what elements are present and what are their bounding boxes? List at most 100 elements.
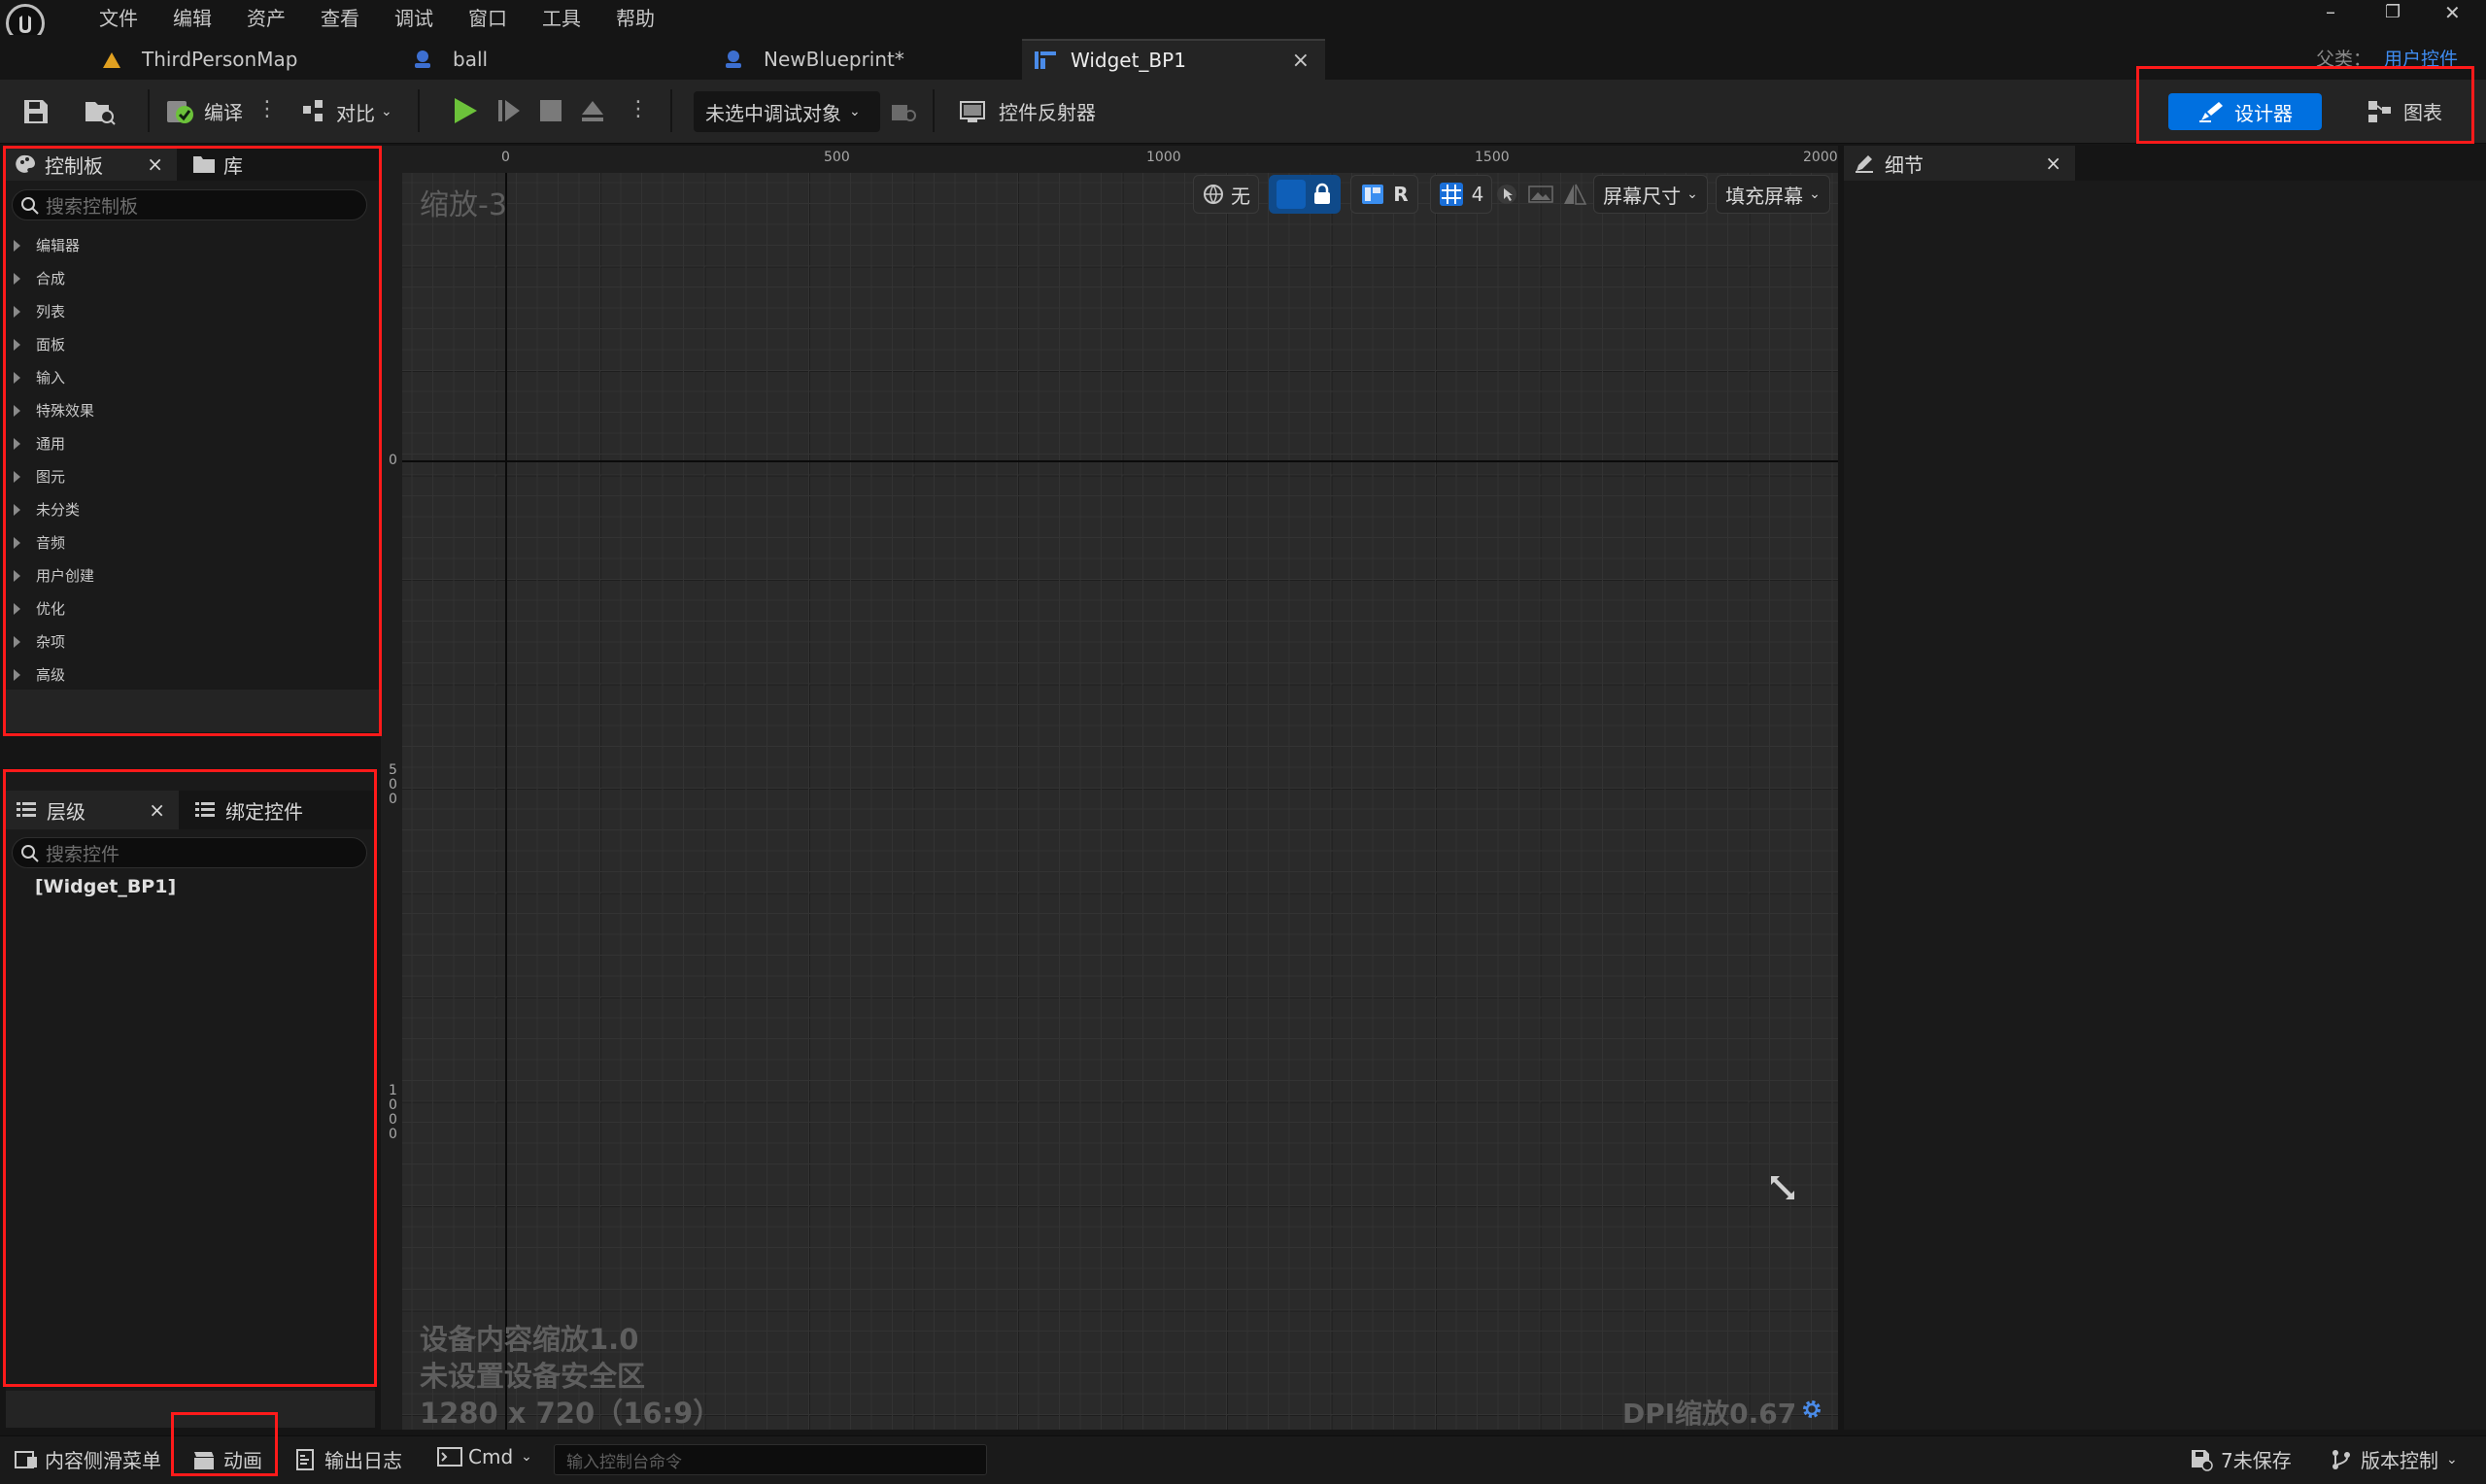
cmd-dropdown[interactable]: Cmd ⌄	[437, 1445, 532, 1468]
menu-window[interactable]: 窗口	[468, 3, 507, 31]
category-user-created[interactable]: 用户创建	[14, 565, 94, 586]
resize-handle[interactable]	[1768, 1173, 1797, 1202]
hierarchy-panel	[6, 771, 375, 1428]
unsaved-icon	[2192, 1449, 2213, 1471]
animation-drawer-button[interactable]: 动画	[192, 1445, 262, 1473]
diff-label: 对比	[336, 101, 375, 125]
menu-edit[interactable]: 编辑	[173, 3, 212, 31]
selection-button[interactable]	[1494, 175, 1519, 214]
tab-newblueprint[interactable]: NewBlueprint*	[723, 39, 1014, 80]
stop-button[interactable]	[538, 98, 563, 123]
save-button[interactable]	[21, 97, 51, 126]
fill-screen-dropdown[interactable]: 填充屏幕 ⌄	[1716, 175, 1830, 214]
menu-view[interactable]: 查看	[321, 3, 359, 31]
category-uncategorized[interactable]: 未分类	[14, 499, 80, 520]
menu-help[interactable]: 帮助	[616, 3, 655, 31]
chevron-down-icon: ⌄	[849, 104, 861, 119]
lock-icon	[1314, 183, 1330, 204]
close-tab-button[interactable]: ×	[2045, 152, 2061, 175]
step-button[interactable]	[495, 97, 523, 124]
category-label: 优化	[36, 600, 66, 618]
folder-icon	[193, 156, 215, 173]
tab-label: 细节	[1885, 152, 1924, 177]
unsaved-label: 7未保存	[2221, 1449, 2292, 1472]
console-command-input[interactable]: 输入控制台命令	[554, 1444, 987, 1475]
category-label: 图元	[36, 468, 66, 486]
category-optimization[interactable]: 优化	[14, 598, 65, 619]
tab-palette[interactable]: 控制板 ×	[6, 148, 177, 181]
play-options-button[interactable]: ⋮	[628, 97, 649, 121]
tab-thirdpersonmap[interactable]: ThirdPersonMap	[101, 39, 392, 80]
ruler-label: 500	[389, 762, 397, 807]
source-control-button[interactable]: 版本控制 ⌄	[2330, 1445, 2458, 1473]
canvas-origin-axis-y	[505, 173, 507, 1430]
menu-file[interactable]: 文件	[99, 3, 138, 31]
play-button[interactable]	[451, 95, 480, 126]
output-log-button[interactable]: 输出日志	[295, 1445, 402, 1473]
close-tab-button[interactable]: ×	[149, 798, 165, 822]
category-editor[interactable]: 编辑器	[14, 235, 80, 255]
content-drawer-button[interactable]: 内容侧滑菜单	[14, 1445, 161, 1473]
dpi-settings-button[interactable]	[1799, 1397, 1824, 1422]
compile-options-button[interactable]: ⋮	[256, 97, 278, 121]
locale-toggle-button[interactable]: 无	[1193, 175, 1259, 214]
tab-details[interactable]: 细节 ×	[1844, 146, 2075, 181]
category-audio[interactable]: 音频	[14, 532, 65, 553]
flip-button[interactable]	[1560, 175, 1589, 214]
expand-arrow-icon	[14, 371, 20, 384]
menu-debug[interactable]: 调试	[394, 3, 433, 31]
tab-library[interactable]: 库	[192, 148, 243, 181]
widget-reflector-button[interactable]: 控件反射器	[958, 97, 1096, 125]
tab-hierarchy[interactable]: 层级 ×	[6, 791, 179, 829]
category-list[interactable]: 列表	[14, 301, 65, 321]
category-advanced[interactable]: 高级	[14, 664, 65, 685]
horizontal-ruler	[381, 146, 1838, 173]
debug-target-dropdown[interactable]: 未选中调试对象 ⌄	[694, 91, 880, 132]
designer-canvas[interactable]	[402, 173, 1838, 1430]
compile-button[interactable]: 编译	[165, 95, 243, 126]
category-misc[interactable]: 杂项	[14, 631, 65, 652]
debug-select-button[interactable]	[890, 99, 917, 124]
menu-asset[interactable]: 资产	[247, 3, 286, 31]
grid-snap-button[interactable]: 4	[1430, 175, 1492, 214]
browse-button[interactable]	[84, 97, 117, 126]
category-primitive[interactable]: 图元	[14, 466, 65, 487]
category-label: 未分类	[36, 501, 81, 519]
tab-bind-widgets[interactable]: 绑定控件	[194, 791, 303, 829]
menu-tools[interactable]: 工具	[542, 3, 581, 31]
globe-icon	[1204, 185, 1223, 205]
hierarchy-search-input[interactable]: 搜索控件	[12, 837, 367, 868]
category-panel[interactable]: 面板	[14, 334, 65, 354]
lock-toggle-button[interactable]	[1269, 175, 1341, 214]
respect-locks-button[interactable]: R	[1350, 175, 1418, 214]
tab-label: 库	[223, 153, 243, 178]
close-tab-button[interactable]: ×	[1292, 49, 1310, 73]
unreal-editor-window: 文件 编辑 资产 查看 调试 窗口 工具 帮助 – ❐ ✕ ThirdPerso…	[0, 0, 2486, 1484]
graph-mode-button[interactable]: 图表	[2367, 97, 2442, 125]
grid-toggle-swatch	[1277, 180, 1306, 209]
designer-mode-button[interactable]: 设计器	[2168, 93, 2322, 130]
unsaved-assets-button[interactable]: 7未保存	[2190, 1445, 2292, 1473]
zoom-level-label: 缩放-3	[420, 188, 507, 222]
palette-search-input[interactable]: 搜索控制板	[12, 189, 367, 220]
category-input[interactable]: 输入	[14, 367, 65, 388]
minimize-button[interactable]: –	[2326, 0, 2335, 23]
preview-button[interactable]	[1527, 175, 1554, 214]
tab-widget-bp1[interactable]: Widget_BP1 ×	[1022, 39, 1325, 80]
tab-ball[interactable]: ball	[412, 39, 703, 80]
widget-reflector-label: 控件反射器	[999, 101, 1096, 124]
screen-size-dropdown[interactable]: 屏幕尺寸 ⌄	[1593, 175, 1708, 214]
close-window-button[interactable]: ✕	[2444, 1, 2461, 24]
close-tab-button[interactable]: ×	[147, 152, 163, 176]
hierarchy-root-item[interactable]: [Widget_BP1]	[35, 876, 176, 897]
parent-class-link[interactable]: 用户控件	[2384, 45, 2458, 71]
expand-arrow-icon	[14, 338, 20, 351]
category-composite[interactable]: 合成	[14, 268, 65, 288]
category-common[interactable]: 通用	[14, 433, 65, 454]
eject-button[interactable]	[579, 97, 606, 124]
category-special-effects[interactable]: 特殊效果	[14, 400, 94, 421]
category-label: 列表	[36, 303, 66, 320]
restore-button[interactable]: ❐	[2385, 2, 2401, 22]
diff-button[interactable]: 对比 ⌄	[301, 97, 392, 126]
tab-label: ThirdPersonMap	[142, 48, 298, 71]
